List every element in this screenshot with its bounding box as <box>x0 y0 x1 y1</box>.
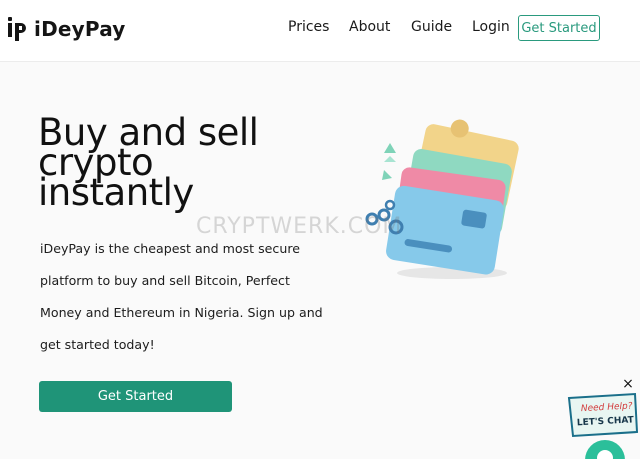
brand-logo[interactable]: iDeyPay <box>6 14 126 44</box>
hero-description: iDeyPay is the cheapest and most secure … <box>40 241 323 352</box>
site-header: iDeyPay Prices About Guide Login Get Sta… <box>0 0 640 62</box>
nav-prices-link[interactable]: Prices <box>288 19 329 35</box>
nav-login-link[interactable]: Login <box>472 19 510 35</box>
hero-title: Buy and sell crypto instantly <box>38 114 338 214</box>
header-get-started-button[interactable]: Get Started <box>518 15 600 41</box>
brand-name-suffix: Pay <box>84 17 126 41</box>
wallet-cards-icon <box>365 119 519 279</box>
brand-name-prefix: i <box>34 17 42 41</box>
close-icon[interactable]: × <box>620 376 636 392</box>
chat-bubble-inner <box>597 450 613 459</box>
brand-name-main: Dey <box>41 17 85 41</box>
nav-about-link[interactable]: About <box>349 19 390 35</box>
idp-logo-icon <box>8 17 26 41</box>
watermark-text: CRYPTWERK.COM <box>196 214 403 239</box>
hero-get-started-button[interactable]: Get Started <box>39 381 232 412</box>
hero-title-line: instantly <box>38 171 194 214</box>
brand-name: iDeyPay <box>34 17 126 41</box>
chat-help-badge[interactable]: Need Help? LET'S CHAT <box>567 392 639 442</box>
chat-bubble-icon[interactable] <box>585 440 625 459</box>
nav-guide-link[interactable]: Guide <box>411 19 452 35</box>
